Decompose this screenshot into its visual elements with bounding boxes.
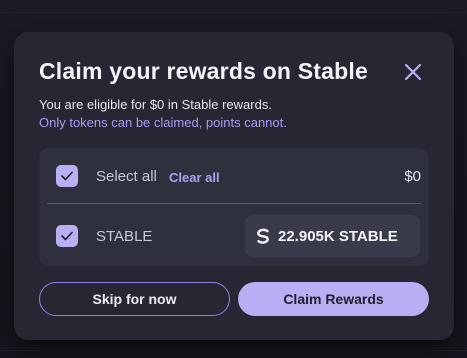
token-name: STABLE <box>96 228 153 245</box>
token-amount: 22.905K STABLE <box>278 227 398 245</box>
token-amount-chip: 22.905K STABLE <box>245 215 420 257</box>
clear-all-link[interactable]: Clear all <box>169 170 220 185</box>
backdrop-divider <box>0 12 467 13</box>
skip-button[interactable]: Skip for now <box>39 282 230 316</box>
tokens-only-note: Only tokens can be claimed, points canno… <box>39 115 287 130</box>
modal-title: Claim your rewards on Stable <box>39 58 368 84</box>
eligibility-text: You are eligible for $0 in Stable reward… <box>39 97 272 112</box>
token-row: STABLE 22.905K STABLE <box>39 210 429 262</box>
token-checkbox[interactable] <box>56 225 78 247</box>
rewards-panel: Select all Clear all $0 STABLE 22.905K S… <box>39 148 429 266</box>
close-icon[interactable] <box>401 60 425 84</box>
stable-logo-icon <box>257 228 269 244</box>
total-value: $0 <box>404 168 421 185</box>
backdrop-divider <box>0 350 467 351</box>
select-all-label: Select all <box>96 168 157 185</box>
claim-rewards-modal: Claim your rewards on Stable You are eli… <box>14 32 454 340</box>
select-all-row: Select all Clear all $0 <box>39 150 429 202</box>
check-icon <box>61 231 73 241</box>
select-all-checkbox[interactable] <box>56 165 78 187</box>
panel-divider <box>47 203 421 204</box>
claim-rewards-button[interactable]: Claim Rewards <box>238 282 429 316</box>
check-icon <box>61 171 73 181</box>
